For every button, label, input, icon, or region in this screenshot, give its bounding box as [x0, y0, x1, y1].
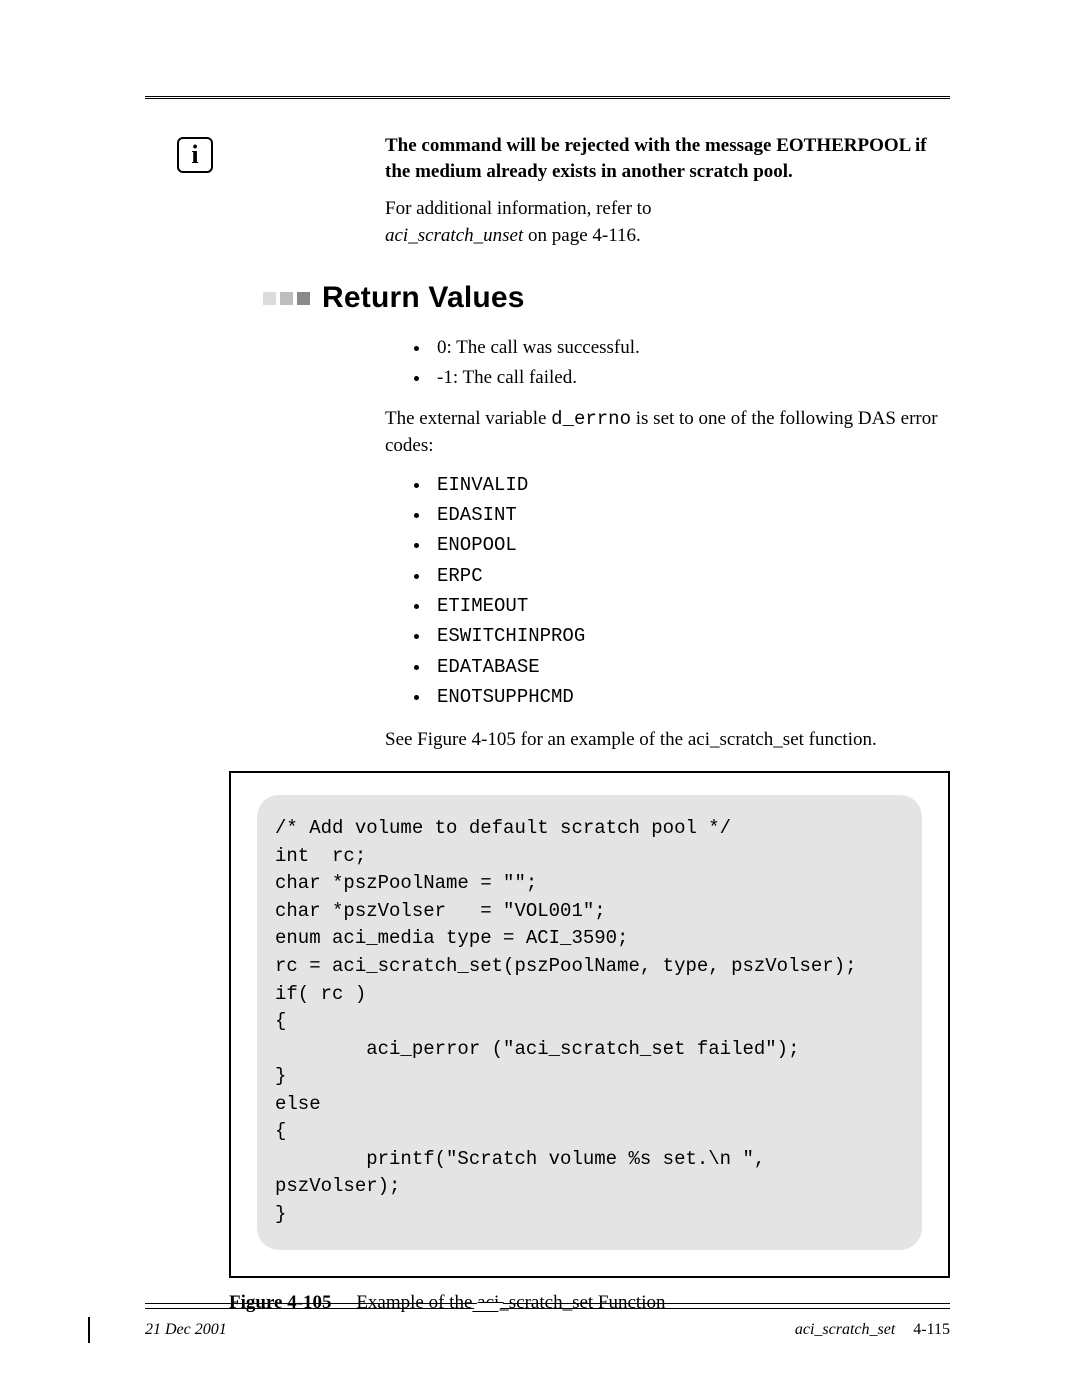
- list-item: ENOPOOL: [431, 530, 940, 560]
- errno-pre: The external variable: [385, 408, 551, 429]
- content-area: i The command will be rejected with the …: [145, 133, 950, 1314]
- list-item: EDATABASE: [431, 652, 940, 682]
- footer-title: aci_scratch_set: [795, 1321, 895, 1338]
- list-item: EDASINT: [431, 500, 940, 530]
- see-figure: See Figure 4-105 for an example of the a…: [385, 727, 940, 754]
- section-title: Return Values: [322, 281, 525, 315]
- return-values-block: 0: The call was successful. -1: The call…: [385, 333, 940, 753]
- error-code: ENOPOOL: [437, 534, 517, 556]
- note-block: The command will be rejected with the me…: [385, 133, 940, 249]
- top-rule: [145, 96, 950, 99]
- footer-page-number: 4-115: [913, 1321, 950, 1338]
- list-item: ESWITCHINPROG: [431, 621, 940, 651]
- figure-frame: /* Add volume to default scratch pool */…: [229, 771, 950, 1278]
- change-bar: [88, 1317, 90, 1343]
- list-item: ETIMEOUT: [431, 591, 940, 621]
- error-code: ENOTSUPPHCMD: [437, 686, 574, 708]
- cross-reference-tail: on page 4-116.: [523, 225, 641, 246]
- note-warning: The command will be rejected with the me…: [385, 133, 940, 184]
- list-item: ERPC: [431, 561, 940, 591]
- section-heading-row: Return Values: [263, 281, 950, 315]
- errno-paragraph: The external variable d_errno is set to …: [385, 406, 940, 459]
- error-code: EINVALID: [437, 474, 528, 496]
- cross-reference: aci_scratch_unset: [385, 225, 523, 246]
- section-marker-icon: [263, 292, 310, 305]
- note-additional: For additional information, refer to aci…: [385, 196, 940, 249]
- info-icon: i: [177, 137, 213, 173]
- footer-right: aci_scratch_set 4-115: [795, 1321, 950, 1339]
- error-code-list: EINVALID EDASINT ENOPOOL ERPC ETIMEOUT E…: [385, 470, 940, 713]
- list-item: -1: The call failed.: [431, 363, 940, 392]
- error-code: EDATABASE: [437, 656, 540, 678]
- error-code: ERPC: [437, 565, 483, 587]
- code-example: /* Add volume to default scratch pool */…: [257, 795, 922, 1250]
- page: i The command will be rejected with the …: [0, 0, 1080, 1397]
- list-item: EINVALID: [431, 470, 940, 500]
- error-code: ESWITCHINPROG: [437, 625, 585, 647]
- list-item: 0: The call was successful.: [431, 333, 940, 362]
- footer-date: 21 Dec 2001: [145, 1321, 227, 1339]
- error-code: ETIMEOUT: [437, 595, 528, 617]
- note-additional-text: For additional information, refer to: [385, 198, 651, 219]
- error-code: EDASINT: [437, 504, 517, 526]
- page-footer: 21 Dec 2001 aci_scratch_set 4-115: [145, 1321, 950, 1339]
- bottom-rule: [145, 1303, 950, 1309]
- return-list: 0: The call was successful. -1: The call…: [385, 333, 940, 392]
- errno-var: d_errno: [551, 408, 631, 430]
- list-item: ENOTSUPPHCMD: [431, 682, 940, 712]
